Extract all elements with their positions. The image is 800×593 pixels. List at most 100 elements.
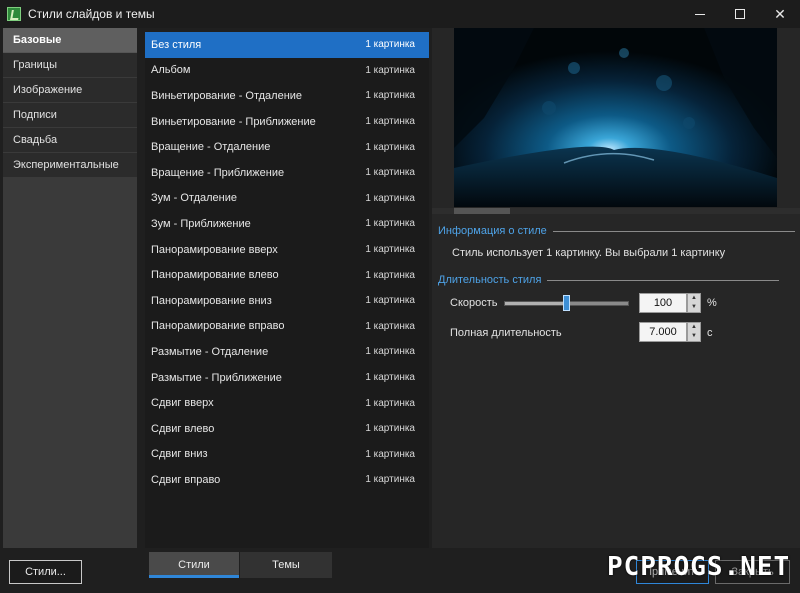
style-list-item[interactable]: Зум - Приближение 1 картинка bbox=[145, 211, 429, 237]
style-name: Сдвиг вправо bbox=[151, 473, 221, 486]
style-picture-count: 1 картинка bbox=[365, 397, 415, 409]
sidebar-item-wedding[interactable]: Свадьба bbox=[3, 128, 137, 153]
chevron-down-icon[interactable]: ▼ bbox=[688, 332, 700, 341]
watermark: PCPROGS.NET bbox=[607, 552, 791, 582]
style-list-item[interactable]: Размытие - Приближение 1 картинка bbox=[145, 365, 429, 391]
style-name: Виньетирование - Приближение bbox=[151, 115, 316, 128]
category-sidebar: Базовые Границы Изображение Подписи Свад… bbox=[3, 28, 137, 548]
total-duration-input[interactable]: 7.000 bbox=[639, 322, 687, 342]
preview-image bbox=[454, 28, 777, 207]
style-list-item[interactable]: Сдвиг вниз 1 картинка bbox=[145, 442, 429, 468]
style-picture-count: 1 картинка bbox=[365, 90, 415, 102]
speed-input[interactable]: 100 bbox=[639, 293, 687, 313]
maximize-icon bbox=[735, 9, 745, 19]
total-duration-unit: с bbox=[707, 327, 713, 339]
minimize-icon bbox=[695, 13, 705, 15]
style-list-item[interactable]: Вращение - Отдаление 1 картинка bbox=[145, 134, 429, 160]
sidebar-empty-area bbox=[3, 178, 137, 548]
style-picture-count: 1 картинка bbox=[365, 320, 415, 332]
style-picture-count: 1 картинка bbox=[365, 167, 415, 179]
style-list-item[interactable]: Сдвиг влево 1 картинка bbox=[145, 416, 429, 442]
styles-menu-button[interactable]: Стили... bbox=[9, 560, 82, 584]
style-list-item[interactable]: Панорамирование вверх 1 картинка bbox=[145, 237, 429, 263]
sidebar-item-experimental[interactable]: Экспериментальные bbox=[3, 153, 137, 178]
style-picture-count: 1 картинка bbox=[365, 64, 415, 76]
chevron-up-icon[interactable]: ▲ bbox=[688, 323, 700, 332]
style-name: Панорамирование влево bbox=[151, 269, 279, 282]
style-name: Зум - Приближение bbox=[151, 217, 251, 230]
style-info-text: Стиль использует 1 картинку. Вы выбрали … bbox=[452, 247, 726, 259]
style-list-item[interactable]: Панорамирование вниз 1 картинка bbox=[145, 288, 429, 314]
speed-slider-handle[interactable] bbox=[562, 295, 570, 311]
style-picture-count: 1 картинка bbox=[365, 423, 415, 435]
style-name: Без стиля bbox=[151, 38, 202, 51]
close-window-button[interactable]: ✕ bbox=[760, 0, 800, 28]
style-list-item[interactable]: Размытие - Отдаление 1 картинка bbox=[145, 339, 429, 365]
window-title: Стили слайдов и темы bbox=[28, 7, 155, 21]
style-picture-count: 1 картинка bbox=[365, 372, 415, 384]
tab-themes[interactable]: Темы bbox=[240, 552, 332, 578]
style-name: Альбом bbox=[151, 64, 191, 77]
section-divider bbox=[552, 230, 795, 232]
sidebar-item-image[interactable]: Изображение bbox=[3, 78, 137, 103]
sidebar-item-captions[interactable]: Подписи bbox=[3, 103, 137, 128]
total-duration-label: Полная длительность bbox=[450, 327, 562, 339]
preview-panel bbox=[432, 28, 800, 208]
style-name: Вращение - Приближение bbox=[151, 166, 285, 179]
info-section-title-text: Информация о стиле bbox=[438, 225, 547, 237]
speed-label: Скорость bbox=[450, 297, 498, 309]
close-icon: ✕ bbox=[774, 5, 786, 22]
info-section-title: Информация о стиле bbox=[438, 225, 795, 237]
title-bar: Стили слайдов и темы ✕ bbox=[0, 0, 800, 28]
style-name: Виньетирование - Отдаление bbox=[151, 89, 303, 102]
duration-section-title-text: Длительность стиля bbox=[438, 274, 542, 286]
style-name: Панорамирование вниз bbox=[151, 294, 272, 307]
style-name: Сдвиг вверх bbox=[151, 397, 214, 410]
style-picture-count: 1 картинка bbox=[365, 474, 415, 486]
speed-unit: % bbox=[707, 297, 717, 309]
style-list-item[interactable]: Панорамирование вправо 1 картинка bbox=[145, 314, 429, 340]
speed-slider-fill bbox=[505, 302, 568, 305]
minimize-button[interactable] bbox=[680, 0, 720, 28]
style-list-item[interactable]: Сдвиг вправо 1 картинка bbox=[145, 467, 429, 493]
style-list-item[interactable]: Альбом 1 картинка bbox=[145, 58, 429, 84]
sidebar-item-borders[interactable]: Границы bbox=[3, 53, 137, 78]
chevron-up-icon[interactable]: ▲ bbox=[688, 294, 700, 303]
style-name: Размытие - Отдаление bbox=[151, 345, 269, 358]
style-picture-count: 1 картинка bbox=[365, 346, 415, 358]
style-picture-count: 1 картинка bbox=[365, 218, 415, 230]
tab-styles[interactable]: Стили bbox=[149, 552, 239, 578]
bottom-bar: Стили... Стили Темы Применить Закрыть PC… bbox=[0, 548, 800, 593]
style-list-item[interactable]: Панорамирование влево 1 картинка bbox=[145, 262, 429, 288]
style-name: Размытие - Приближение bbox=[151, 371, 282, 384]
style-name: Панорамирование вправо bbox=[151, 320, 285, 333]
style-picture-count: 1 картинка bbox=[365, 116, 415, 128]
sidebar-item-basic[interactable]: Базовые bbox=[3, 28, 137, 53]
style-list-item[interactable]: Вращение - Приближение 1 картинка bbox=[145, 160, 429, 186]
chevron-down-icon[interactable]: ▼ bbox=[688, 303, 700, 312]
style-list-item[interactable]: Виньетирование - Отдаление 1 картинка bbox=[145, 83, 429, 109]
style-list-item[interactable]: Без стиля 1 картинка bbox=[145, 32, 429, 58]
total-duration-stepper[interactable]: ▲ ▼ bbox=[687, 322, 701, 342]
style-picture-count: 1 картинка bbox=[365, 295, 415, 307]
style-name: Сдвиг влево bbox=[151, 422, 215, 435]
duration-section-title: Длительность стиля bbox=[438, 274, 780, 286]
style-name: Вращение - Отдаление bbox=[151, 141, 271, 154]
speed-stepper[interactable]: ▲ ▼ bbox=[687, 293, 701, 313]
style-name: Зум - Отдаление bbox=[151, 192, 237, 205]
style-list-item[interactable]: Виньетирование - Приближение 1 картинка bbox=[145, 109, 429, 135]
maximize-button[interactable] bbox=[720, 0, 760, 28]
style-picture-count: 1 картинка bbox=[365, 192, 415, 204]
style-list-item[interactable]: Сдвиг вверх 1 картинка bbox=[145, 390, 429, 416]
style-name: Панорамирование вверх bbox=[151, 243, 278, 256]
style-list-item[interactable]: Зум - Отдаление 1 картинка bbox=[145, 186, 429, 212]
section-divider bbox=[547, 279, 780, 281]
style-picture-count: 1 картинка bbox=[365, 448, 415, 460]
style-picture-count: 1 картинка bbox=[365, 141, 415, 153]
style-list: Без стиля 1 картинка Альбом 1 картинка Винье… bbox=[145, 32, 429, 548]
style-picture-count: 1 картинка bbox=[365, 244, 415, 256]
ice-cave-picture bbox=[454, 28, 777, 207]
style-name: Сдвиг вниз bbox=[151, 448, 208, 461]
style-picture-count: 1 картинка bbox=[365, 269, 415, 281]
style-picture-count: 1 картинка bbox=[365, 39, 415, 51]
